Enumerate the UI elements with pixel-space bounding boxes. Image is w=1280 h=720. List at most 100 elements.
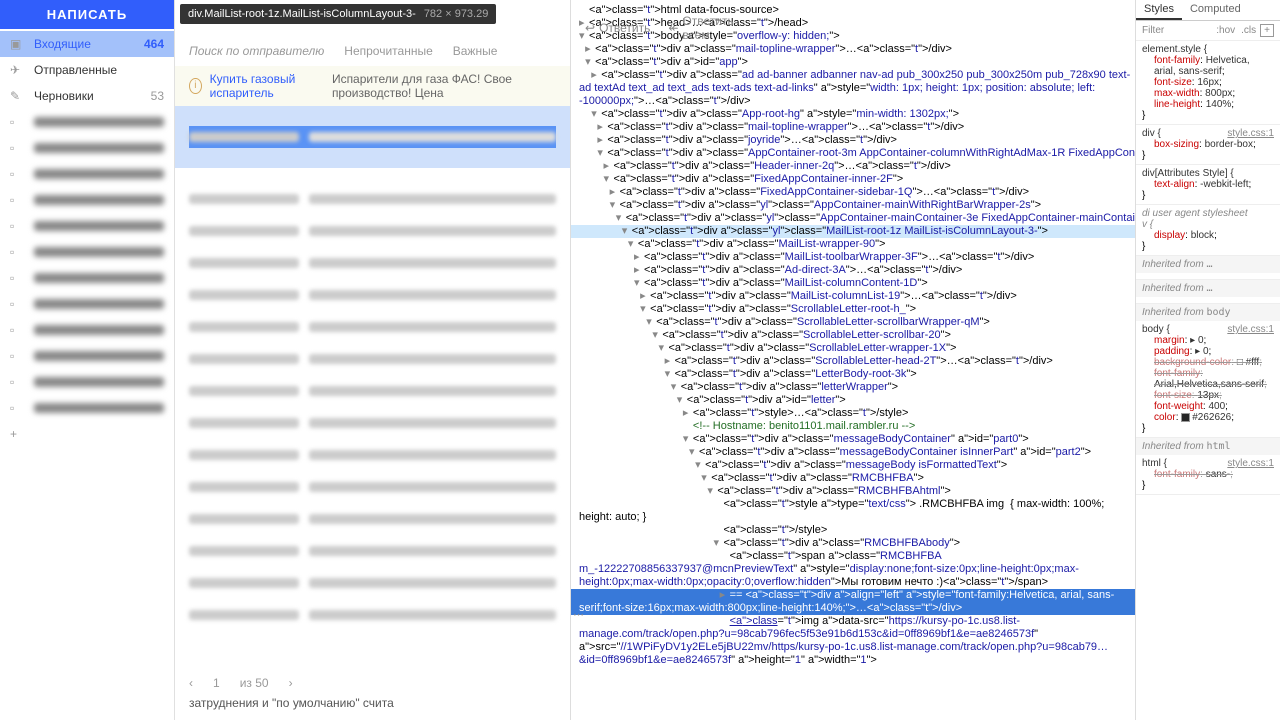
folder-item[interactable]: ▫ — [0, 343, 174, 369]
dom-node[interactable]: ▸== <a">class="t">div a">align="left" a"… — [571, 589, 1135, 615]
list-item[interactable] — [189, 444, 556, 466]
folder-item[interactable]: ▫ — [0, 109, 174, 135]
css-rule[interactable]: element.style {font-family: Helvetica, a… — [1136, 41, 1280, 125]
dom-node[interactable]: ▸<a">class="t">div a">class="MailList-to… — [571, 251, 1135, 264]
filter-important[interactable]: Важные — [453, 44, 498, 58]
dom-node[interactable]: ▸<a">class="t">div a">class="MailList-co… — [571, 290, 1135, 303]
css-rule[interactable]: </span><div class="sel" style="">.messag… — [1136, 297, 1280, 304]
chevron-right-icon[interactable]: › — [289, 676, 293, 690]
ad-banner[interactable]: i Купить газовый испаритель Испарители д… — [175, 66, 570, 106]
list-item[interactable] — [189, 604, 556, 626]
css-rule[interactable]: style.css:1div {box-sizing: border-box;} — [1136, 125, 1280, 165]
dom-node[interactable]: <a">class="t">/style> — [571, 524, 1135, 537]
css-rule[interactable]: </span><div class="sel" style="">.messag… — [1136, 273, 1280, 280]
list-item[interactable] — [189, 316, 556, 338]
dom-node[interactable]: ▾<a">class="t">div a">class="letterWrapp… — [571, 381, 1135, 394]
folder-item[interactable]: ✈Отправленные — [0, 57, 174, 83]
dom-node[interactable]: ▾<a">class="t">div a">class="messageBody… — [571, 446, 1135, 459]
dom-node[interactable]: ▾<a">class="t">div a">class="LetterBody-… — [571, 368, 1135, 381]
css-rule[interactable]: style.css:1body {margin: ▸ 0;padding: ▸ … — [1136, 321, 1280, 438]
css-rule[interactable]: div[Attributes Style] {text-align: -webk… — [1136, 165, 1280, 205]
dom-node[interactable]: ▾<a">class="t">div a">id="letter"> — [571, 394, 1135, 407]
reply-all-button[interactable]: ↞ Ответить всем — [668, 14, 733, 42]
dom-node[interactable]: ▾<a">class="t">div a">class="ScrollableL… — [571, 316, 1135, 329]
dom-node[interactable]: ▸<a">class="t">style>…<a">class="t">/sty… — [571, 407, 1135, 420]
dom-node[interactable]: ▾<a">class="t">div a">class="yl">class="… — [571, 199, 1135, 212]
list-item[interactable] — [189, 188, 556, 210]
list-item[interactable] — [189, 572, 556, 594]
reply-button[interactable]: ↩ Ответить — [585, 14, 650, 42]
elements-panel[interactable]: ⋯ <a">class="t">html data-focus-source>▸… — [570, 0, 1135, 720]
folder-item[interactable]: ▣Входящие464 — [0, 31, 174, 57]
dom-node[interactable]: <a">class="t">style a">type="text/css"> … — [571, 498, 1135, 524]
folder-item[interactable]: ▫ — [0, 369, 174, 395]
css-rule[interactable]: style.css:1html {font-family: sans-;} — [1136, 455, 1280, 495]
styles-panel[interactable]: Styles Computed Filter :hov .cls + eleme… — [1135, 0, 1280, 720]
dom-node[interactable]: <!-- Hostname: benito1101.mail.rambler.r… — [571, 420, 1135, 433]
tab-computed[interactable]: Computed — [1182, 0, 1249, 20]
list-item[interactable] — [189, 540, 556, 562]
dom-node[interactable]: ▾<a">class="t">div a">id="app"> — [571, 56, 1135, 69]
dom-node[interactable]: ▾<a">class="t">div a">class="MailList-co… — [571, 277, 1135, 290]
filter-unread[interactable]: Непрочитанные — [344, 44, 432, 58]
letter-text-fragment: затруднения и "по умолчанию" счита — [189, 696, 556, 710]
compose-button[interactable]: НАПИСАТЬ — [0, 0, 174, 29]
mail-sidebar: НАПИСАТЬ ▣Входящие464✈Отправленные✎Черно… — [0, 0, 175, 720]
list-item[interactable] — [189, 126, 556, 148]
dom-node[interactable]: ▾<a">class="t">div a">class="yl">class="… — [571, 212, 1135, 225]
dom-node[interactable]: ▸<a">class="t">div a">class="Header-inne… — [571, 160, 1135, 173]
folder-item[interactable]: ✎Черновики53 — [0, 83, 174, 109]
dom-node[interactable]: ▾<a">class="t">div a">class="ScrollableL… — [571, 303, 1135, 316]
dom-node[interactable]: ▾<a">class="t">div a">class="AppContaine… — [571, 147, 1135, 160]
folder-item[interactable]: ▫ — [0, 187, 174, 213]
list-item[interactable] — [189, 252, 556, 274]
dom-node[interactable]: ▸<a">class="t">div a">class="mail-toplin… — [571, 43, 1135, 56]
list-item[interactable] — [189, 508, 556, 530]
dom-node[interactable]: ▾<a">class="t">div a">class="ScrollableL… — [571, 342, 1135, 355]
dom-node[interactable]: ▾<a">class="t">div a">class="messageBody… — [571, 459, 1135, 472]
folder-item[interactable]: ▫ — [0, 239, 174, 265]
dom-node[interactable]: <a">class="t">span a">class="RMCBHFBA m_… — [571, 550, 1135, 589]
styles-filter[interactable]: Filter — [1142, 25, 1164, 36]
tab-styles[interactable]: Styles — [1136, 0, 1182, 20]
list-item[interactable] — [189, 348, 556, 370]
folder-item[interactable]: ▫ — [0, 317, 174, 343]
hov-toggle[interactable]: :hov — [1216, 25, 1235, 36]
folder-item[interactable]: ▫ — [0, 213, 174, 239]
element-tooltip: div.MailList-root-1z.MailList-isColumnLa… — [180, 4, 496, 24]
list-item[interactable] — [189, 412, 556, 434]
new-rule-button[interactable]: + — [1260, 24, 1274, 37]
search-sender[interactable]: Поиск по отправителю — [189, 44, 324, 58]
dom-node[interactable]: ▸<a">class="t">div a">class="mail-toplin… — [571, 121, 1135, 134]
cls-toggle[interactable]: .cls — [1241, 25, 1256, 36]
list-item[interactable] — [189, 284, 556, 306]
dom-node[interactable]: ▾<a">class="t">div a">class="MailList-wr… — [571, 238, 1135, 251]
dom-node[interactable]: ▾<a">class="t">div a">class="RMCBHFBAbod… — [571, 537, 1135, 550]
chevron-left-icon[interactable]: ‹ — [189, 676, 193, 690]
dom-node[interactable]: ▾<a">class="t">div a">class="yl">class="… — [571, 225, 1135, 238]
dom-node[interactable]: ▸<a">class="t">div a">class="FixedAppCon… — [571, 186, 1135, 199]
folder-item[interactable]: ▫ — [0, 135, 174, 161]
add-folder[interactable]: + — [0, 421, 174, 447]
folder-item[interactable]: ▫ — [0, 291, 174, 317]
dom-node[interactable]: ▾<a">class="t">div a">class="ScrollableL… — [571, 329, 1135, 342]
dom-node[interactable]: ▾<a">class="t">div a">class="messageBody… — [571, 433, 1135, 446]
pager[interactable]: ‹ 1 из 50 › — [189, 676, 556, 690]
dom-node[interactable]: ▾<a">class="t">div a">class="App-root-hg… — [571, 108, 1135, 121]
dom-node[interactable]: ▸<a">class="t">div a">class="Ad-direct-3… — [571, 264, 1135, 277]
dom-node[interactable]: ▸<a">class="t">div a">class="joyride">…<… — [571, 134, 1135, 147]
folder-item[interactable]: ▫ — [0, 161, 174, 187]
dom-node[interactable]: <a">class="t">img a">data-src="https://k… — [571, 615, 1135, 667]
folder-item[interactable]: ▫ — [0, 395, 174, 421]
list-item[interactable] — [189, 220, 556, 242]
expand-ellipsis[interactable]: ⋯ — [573, 608, 584, 621]
dom-node[interactable]: ▸<a">class="t">div a">class="ScrollableL… — [571, 355, 1135, 368]
dom-node[interactable]: ▾<a">class="t">div a">class="RMCBHFBA"> — [571, 472, 1135, 485]
list-item[interactable] — [189, 380, 556, 402]
list-item[interactable] — [189, 476, 556, 498]
dom-node[interactable]: ▸<a">class="t">div a">class="ad ad-banne… — [571, 69, 1135, 108]
css-rule[interactable]: di user agent stylesheetv {display: bloc… — [1136, 205, 1280, 256]
dom-node[interactable]: ▾<a">class="t">div a">class="RMCBHFBAhtm… — [571, 485, 1135, 498]
folder-item[interactable]: ▫ — [0, 265, 174, 291]
dom-node[interactable]: ▾<a">class="t">div a">class="FixedAppCon… — [571, 173, 1135, 186]
